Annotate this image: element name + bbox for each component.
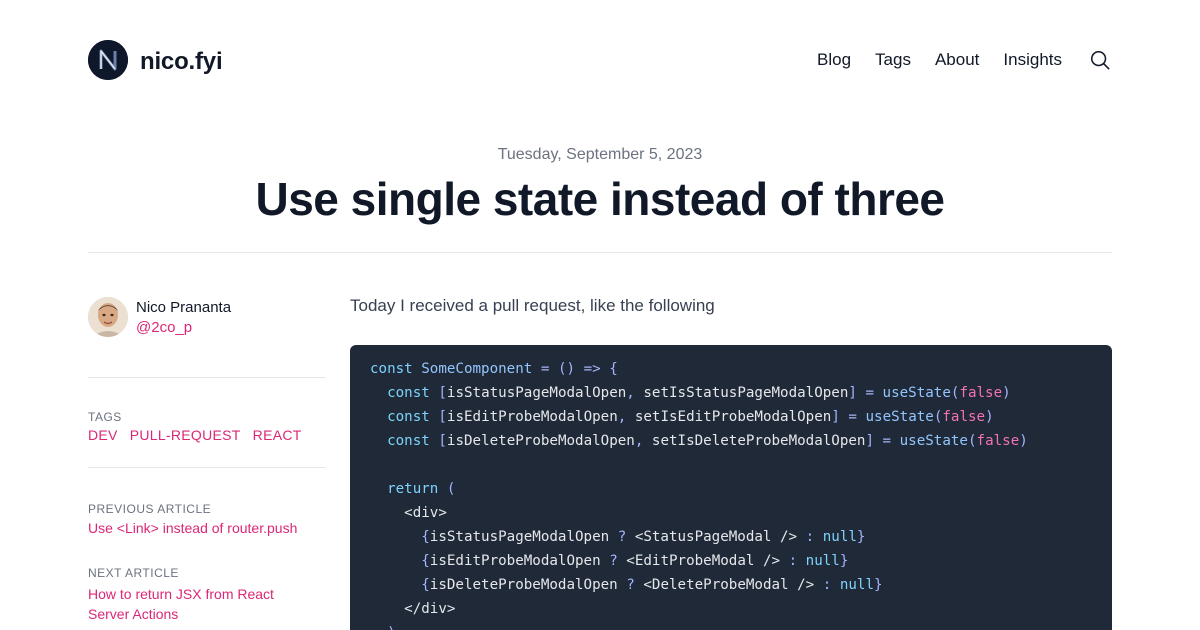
code-line: ) [370,625,396,630]
code-line: {isStatusPageModalOpen ? <StatusPageModa… [421,529,866,545]
code-line: return ( [387,481,456,497]
site-name: nico.fyi [140,48,223,75]
author-handle[interactable]: @2co_p [136,319,231,336]
tag-react[interactable]: REACT [253,427,302,443]
tag-pull-request[interactable]: PULL-REQUEST [130,427,241,443]
post-sidebar: Nico Prananta @2co_p TAGS DEV PULL-REQUE… [88,296,326,624]
code-line: </div> [404,601,456,617]
next-article-title-line1: How to return JSX from React [88,586,274,602]
tag-dev[interactable]: DEV [88,427,118,443]
code-content: const SomeComponent = () => { const [isS… [370,357,1092,630]
title-divider [88,252,1112,253]
next-article-link[interactable]: How to return JSX from React Server Acti… [88,584,326,624]
code-line: {isEditProbeModalOpen ? <EditProbeModal … [421,553,849,569]
next-article-label: NEXT ARTICLE [88,566,179,580]
previous-article-label: PREVIOUS ARTICLE [88,502,212,516]
post-lead-paragraph: Today I received a pull request, like th… [350,296,715,315]
author-card: Nico Prananta @2co_p [88,296,326,338]
logo-n-icon [88,40,128,80]
nav-insights[interactable]: Insights [1003,50,1062,70]
tags-label: TAGS [88,410,122,424]
post-title: Use single state instead of three [255,173,945,225]
previous-article-link[interactable]: Use <Link> instead of router.push [88,518,326,538]
nav-tags[interactable]: Tags [875,50,911,70]
brand-link[interactable]: nico.fyi [88,40,223,80]
sidebar-divider [88,467,326,468]
next-article-title-line2: Server Actions [88,606,179,622]
code-block: const SomeComponent = () => { const [isS… [350,345,1112,630]
previous-article-section: PREVIOUS ARTICLE Use <Link> instead of r… [88,502,326,538]
code-line: <div> [404,505,447,521]
tag-list: DEV PULL-REQUEST REACT [88,427,326,443]
search-icon[interactable] [1088,48,1112,72]
site-header: nico.fyi Blog Tags About Insights [88,40,1112,80]
author-name: Nico Prananta [136,298,232,316]
nav-about[interactable]: About [935,50,979,70]
avatar [88,297,128,337]
code-line: const [isEditProbeModalOpen, setIsEditPr… [387,409,994,425]
code-line: const [isDeleteProbeModalOpen, setIsDele… [387,433,1028,449]
next-article-section: NEXT ARTICLE How to return JSX from Reac… [88,566,326,624]
nav-blog[interactable]: Blog [817,50,851,70]
tags-section: TAGS DEV PULL-REQUEST REACT [88,410,326,443]
code-line: {isDeleteProbeModalOpen ? <DeleteProbeMo… [421,577,883,593]
post-date: Tuesday, September 5, 2023 [497,146,703,163]
sidebar-divider [88,377,326,378]
code-line: const [isStatusPageModalOpen, setIsStatu… [387,385,1011,401]
main-nav: Blog Tags About Insights [817,48,1112,72]
code-line: const SomeComponent = () => { [370,361,618,377]
